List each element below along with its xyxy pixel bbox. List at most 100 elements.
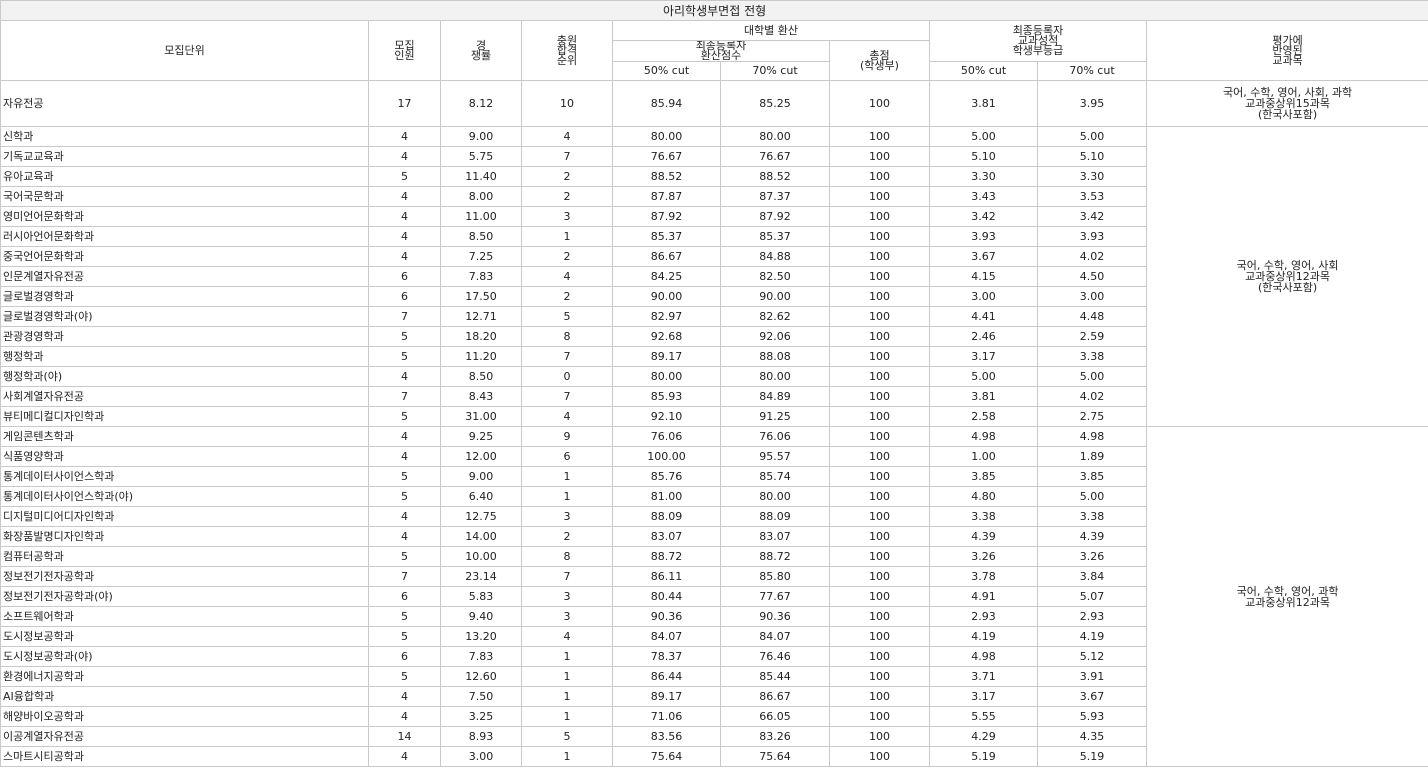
total-cell: 100: [829, 386, 930, 407]
conv70-cell: 88.52: [720, 166, 830, 187]
conv70-cell: 88.09: [720, 506, 830, 527]
rank-cell: 1: [521, 686, 613, 707]
grade50-cell: 4.15: [929, 266, 1038, 287]
header-grade-70cut: 70% cut: [1037, 61, 1147, 81]
ratio-cell: 3.00: [440, 746, 522, 767]
total-cell: 100: [829, 606, 930, 627]
grade50-cell: 4.19: [929, 626, 1038, 647]
quota-cell: 5: [368, 666, 441, 687]
unit-cell: 도시정보공학과(야): [0, 646, 369, 667]
header-total: 총점 (학생부): [829, 40, 930, 81]
rank-cell: 2: [521, 186, 613, 207]
ratio-cell: 6.40: [440, 486, 522, 507]
quota-cell: 4: [368, 226, 441, 247]
total-cell: 100: [829, 406, 930, 427]
grade50-cell: 3.17: [929, 346, 1038, 367]
header-ratio: 경 쟁률: [440, 20, 522, 81]
total-cell: 100: [829, 306, 930, 327]
rank-cell: 2: [521, 286, 613, 307]
unit-cell: 환경에너지공학과: [0, 666, 369, 687]
grade50-cell: 3.67: [929, 246, 1038, 267]
total-cell: 100: [829, 486, 930, 507]
conv70-cell: 80.00: [720, 486, 830, 507]
subject-group-cell: 국어, 수학, 영어, 과학 교과중상위12과목: [1145, 426, 1428, 767]
conv70-cell: 85.74: [720, 466, 830, 487]
ratio-cell: 11.40: [440, 166, 522, 187]
grade70-cell: 4.48: [1037, 306, 1147, 327]
subject-group-cell: 국어, 수학, 영어, 사회 교과중상위12과목 (한국사포함): [1145, 126, 1428, 427]
grade50-cell: 2.46: [929, 326, 1038, 347]
header-rank-line3: 순위: [556, 53, 578, 67]
unit-cell: 영미언어문화학과: [0, 206, 369, 227]
grade70-cell: 2.59: [1037, 326, 1147, 347]
header-quota-line2: 인원: [394, 48, 415, 62]
conv50-cell: 87.92: [612, 206, 721, 227]
ratio-cell: 12.60: [440, 666, 522, 687]
conv70-cell: 95.57: [720, 446, 830, 467]
unit-cell: 식품영양학과: [0, 446, 369, 467]
rank-cell: 9: [521, 426, 613, 447]
unit-cell: 이공계열자유전공: [0, 726, 369, 747]
rank-cell: 2: [521, 166, 613, 187]
conv50-cell: 88.72: [612, 546, 721, 567]
ratio-cell: 10.00: [440, 546, 522, 567]
unit-cell: 디지털미디어디자인학과: [0, 506, 369, 527]
unit-cell: 행정학과: [0, 346, 369, 367]
header-final-conv: 최종등록자 환산점수: [612, 40, 830, 62]
conv70-cell: 82.50: [720, 266, 830, 287]
grade70-cell: 4.35: [1037, 726, 1147, 747]
grade70-cell: 3.95: [1037, 80, 1147, 127]
subject-group-cell: 국어, 수학, 영어, 사회, 과학 교과중상위15과목 (한국사포함): [1145, 80, 1428, 127]
rank-cell: 3: [521, 586, 613, 607]
grade70-cell: 3.93: [1037, 226, 1147, 247]
conv70-cell: 83.07: [720, 526, 830, 547]
ratio-cell: 3.25: [440, 706, 522, 727]
total-cell: 100: [829, 506, 930, 527]
ratio-cell: 7.83: [440, 266, 522, 287]
conv50-cell: 86.67: [612, 246, 721, 267]
table-row: 자유전공 17 8.12 10 85.94 85.25 100 3.81 3.95 국어, 수학,…: [0, 80, 1428, 127]
grade50-cell: 4.29: [929, 726, 1038, 747]
grade70-cell: 3.67: [1037, 686, 1147, 707]
unit-cell: 사회계열자유전공: [0, 386, 369, 407]
quota-cell: 4: [368, 706, 441, 727]
rank-cell: 1: [521, 666, 613, 687]
quota-cell: 5: [368, 626, 441, 647]
total-cell: 100: [829, 266, 930, 287]
table-row: 신학과 4 9.00 4 80.00 80.00 100 5.00 5.00 국어, 수학, 영어…: [0, 126, 1428, 427]
quota-cell: 4: [368, 206, 441, 227]
ratio-cell: 12.71: [440, 306, 522, 327]
grade70-cell: 3.85: [1037, 466, 1147, 487]
rank-cell: 10: [521, 80, 613, 127]
grade50-cell: 3.81: [929, 80, 1038, 127]
grade50-cell: 4.80: [929, 486, 1038, 507]
grade50-cell: 3.26: [929, 546, 1038, 567]
total-cell: 100: [829, 746, 930, 767]
subject-group-line2: 교과중상위12과목: [1245, 595, 1330, 609]
header-unit: 모집단위: [0, 20, 369, 81]
grade70-cell: 5.19: [1037, 746, 1147, 767]
conv50-cell: 88.52: [612, 166, 721, 187]
conv50-cell: 86.11: [612, 566, 721, 587]
total-cell: 100: [829, 186, 930, 207]
quota-cell: 17: [368, 80, 441, 127]
header-grade-50cut: 50% cut: [929, 61, 1038, 81]
grade70-cell: 4.98: [1037, 426, 1147, 447]
total-cell: 100: [829, 326, 930, 347]
header-final-grade: 최종등록자 교과성적 학생부등급: [929, 20, 1147, 62]
ratio-cell: 8.00: [440, 186, 522, 207]
conv70-cell: 83.26: [720, 726, 830, 747]
unit-cell: 화장품발명디자인학과: [0, 526, 369, 547]
quota-cell: 4: [368, 246, 441, 267]
conv50-cell: 86.44: [612, 666, 721, 687]
total-cell: 100: [829, 426, 930, 447]
grade70-cell: 5.10: [1037, 146, 1147, 167]
grade70-cell: 4.19: [1037, 626, 1147, 647]
unit-cell: 기독교교육과: [0, 146, 369, 167]
rank-cell: 1: [521, 706, 613, 727]
header-rank: 충원 합격 순위: [521, 20, 613, 81]
unit-cell: 관광경영학과: [0, 326, 369, 347]
quota-cell: 6: [368, 266, 441, 287]
conv50-cell: 92.68: [612, 326, 721, 347]
conv70-cell: 80.00: [720, 366, 830, 387]
